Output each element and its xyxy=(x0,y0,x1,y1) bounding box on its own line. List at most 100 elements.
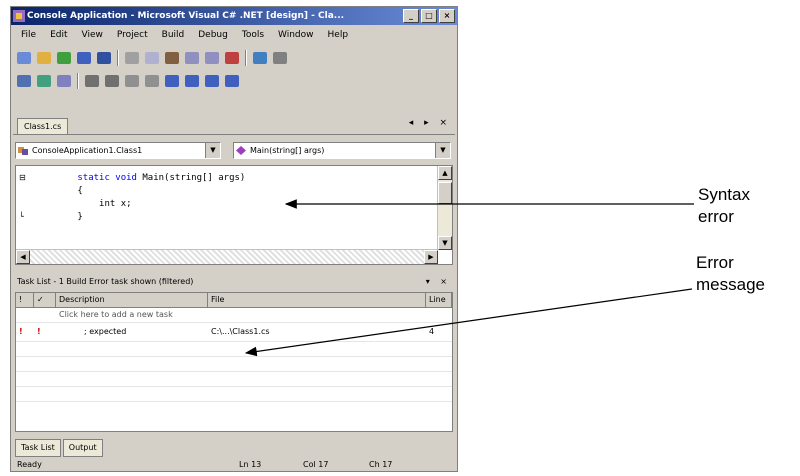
annotation-line: error xyxy=(698,207,734,226)
add-task-row[interactable]: Click here to add a new task xyxy=(16,308,452,323)
panel-controls[interactable]: ◂ ▸ × xyxy=(409,118,451,128)
copy-icon[interactable] xyxy=(145,52,159,64)
column-file[interactable]: File xyxy=(208,293,426,307)
task-list-header-row: ! ✓ Description File Line xyxy=(16,293,452,308)
menu-file[interactable]: File xyxy=(21,26,36,44)
toolbar-separator xyxy=(117,50,119,66)
task-list-header: Task List - 1 Build Error task shown (fi… xyxy=(13,273,455,291)
prev-bookmark-icon[interactable] xyxy=(205,75,219,87)
members-dropdown-value: Main(string[] args) xyxy=(250,146,325,155)
scroll-thumb[interactable] xyxy=(438,182,452,204)
error-description: ; expected xyxy=(84,327,127,336)
task-list-controls[interactable]: ▾ × xyxy=(426,273,451,291)
toolbar-separator xyxy=(245,50,247,66)
find-icon[interactable] xyxy=(253,52,267,64)
status-line: Ln 13 xyxy=(239,460,262,469)
menu-debug[interactable]: Debug xyxy=(198,26,228,44)
vertical-scrollbar[interactable]: ▲ ▼ xyxy=(437,166,452,250)
code-line: { xyxy=(34,186,83,196)
tab-output[interactable]: Output xyxy=(62,439,103,457)
scroll-down-button[interactable]: ▼ xyxy=(438,236,452,250)
menu-view[interactable]: View xyxy=(82,26,103,44)
window-title: Console Application - Microsoft Visual C… xyxy=(27,11,345,21)
redo-icon[interactable] xyxy=(205,52,219,64)
indent-icon[interactable] xyxy=(85,75,99,87)
new-project-icon[interactable] xyxy=(17,52,31,64)
status-column: Col 17 xyxy=(303,460,329,469)
clear-bookmarks-icon[interactable] xyxy=(225,75,239,87)
tab-class1-cs[interactable]: Class1.cs xyxy=(17,118,69,134)
start-debug-icon[interactable] xyxy=(225,52,239,64)
menu-bar: File Edit View Project Build Debug Tools… xyxy=(11,26,457,44)
column-priority[interactable]: ! xyxy=(16,293,34,307)
close-button[interactable]: × xyxy=(439,9,455,23)
open-file-icon[interactable] xyxy=(37,52,51,64)
error-message-label: Error message xyxy=(696,252,765,296)
horizontal-scrollbar[interactable]: ◀ ▶ xyxy=(16,249,438,264)
code-line: } xyxy=(34,212,83,222)
table-row xyxy=(16,387,452,402)
column-checked[interactable]: ✓ xyxy=(34,293,56,307)
outline-end-icon: └ xyxy=(19,212,24,221)
scroll-up-button[interactable]: ▲ xyxy=(438,166,452,180)
types-dropdown[interactable]: ConsoleApplication1.Class1 ▼ xyxy=(15,142,221,159)
annotation-line: Error xyxy=(696,253,734,272)
collapse-icon[interactable]: ⊟ xyxy=(19,173,26,182)
table-row[interactable]: ! ! ; expected C:\...\Class1.cs 4 xyxy=(16,323,452,342)
table-row xyxy=(16,357,452,372)
code-editor[interactable]: ⊟ └ static void Main(string[] args) { in… xyxy=(15,165,453,265)
outdent-icon[interactable] xyxy=(105,75,119,87)
syntax-error-label: Syntax error xyxy=(698,184,750,228)
editor-panel-header: Class1.cs ◂ ▸ × xyxy=(13,116,455,135)
status-text: Ready xyxy=(17,460,42,469)
members-dropdown[interactable]: Main(string[] args) ▼ xyxy=(233,142,451,159)
toolbar-icon-2[interactable] xyxy=(37,75,51,87)
uncomment-icon[interactable] xyxy=(145,75,159,87)
error-icon: ! xyxy=(37,327,41,336)
text-editor-toolbar xyxy=(13,70,239,92)
comment-icon[interactable] xyxy=(125,75,139,87)
toolbar-icon-1[interactable] xyxy=(17,75,31,87)
syntax-error-line: int x; xyxy=(34,199,132,209)
code-text[interactable]: static void Main(string[] args) { int x;… xyxy=(34,172,245,224)
menu-help[interactable]: Help xyxy=(328,26,349,44)
editor-gutter: ⊟ └ xyxy=(16,166,30,250)
toolbar-icon-3[interactable] xyxy=(57,75,71,87)
scroll-left-button[interactable]: ◀ xyxy=(16,250,30,264)
chevron-down-icon: ▼ xyxy=(435,143,450,158)
annotation-line: Syntax xyxy=(698,185,750,204)
types-dropdown-value: ConsoleApplication1.Class1 xyxy=(32,146,143,155)
toolbar-separator xyxy=(77,73,79,89)
paste-icon[interactable] xyxy=(165,52,179,64)
next-bookmark-icon[interactable] xyxy=(185,75,199,87)
column-description[interactable]: Description xyxy=(56,293,208,307)
maximize-button[interactable]: □ xyxy=(421,9,437,23)
scroll-right-button[interactable]: ▶ xyxy=(424,250,438,264)
standard-toolbar xyxy=(13,47,287,69)
add-task-hint: Click here to add a new task xyxy=(59,310,173,319)
method-icon xyxy=(236,146,246,155)
menu-tools[interactable]: Tools xyxy=(242,26,264,44)
app-icon xyxy=(13,10,25,22)
undo-icon[interactable] xyxy=(185,52,199,64)
save-all-icon[interactable] xyxy=(97,52,111,64)
menu-edit[interactable]: Edit xyxy=(50,26,67,44)
bottom-tabs: Task List Output xyxy=(15,439,103,457)
ide-window: Console Application - Microsoft Visual C… xyxy=(10,6,458,472)
bookmark-icon[interactable] xyxy=(165,75,179,87)
tab-task-list[interactable]: Task List xyxy=(15,439,61,457)
column-line[interactable]: Line xyxy=(426,293,452,307)
minimize-button[interactable]: _ xyxy=(403,9,419,23)
menu-build[interactable]: Build xyxy=(162,26,185,44)
menu-window[interactable]: Window xyxy=(278,26,314,44)
table-row xyxy=(16,372,452,387)
chevron-down-icon: ▼ xyxy=(205,143,220,158)
save-icon[interactable] xyxy=(77,52,91,64)
title-bar[interactable]: Console Application - Microsoft Visual C… xyxy=(11,7,457,25)
menu-project[interactable]: Project xyxy=(117,26,148,44)
error-file: C:\...\Class1.cs xyxy=(211,327,270,336)
add-item-icon[interactable] xyxy=(57,52,71,64)
class-icon xyxy=(18,147,28,155)
cut-icon[interactable] xyxy=(125,52,139,64)
more-icon[interactable] xyxy=(273,52,287,64)
